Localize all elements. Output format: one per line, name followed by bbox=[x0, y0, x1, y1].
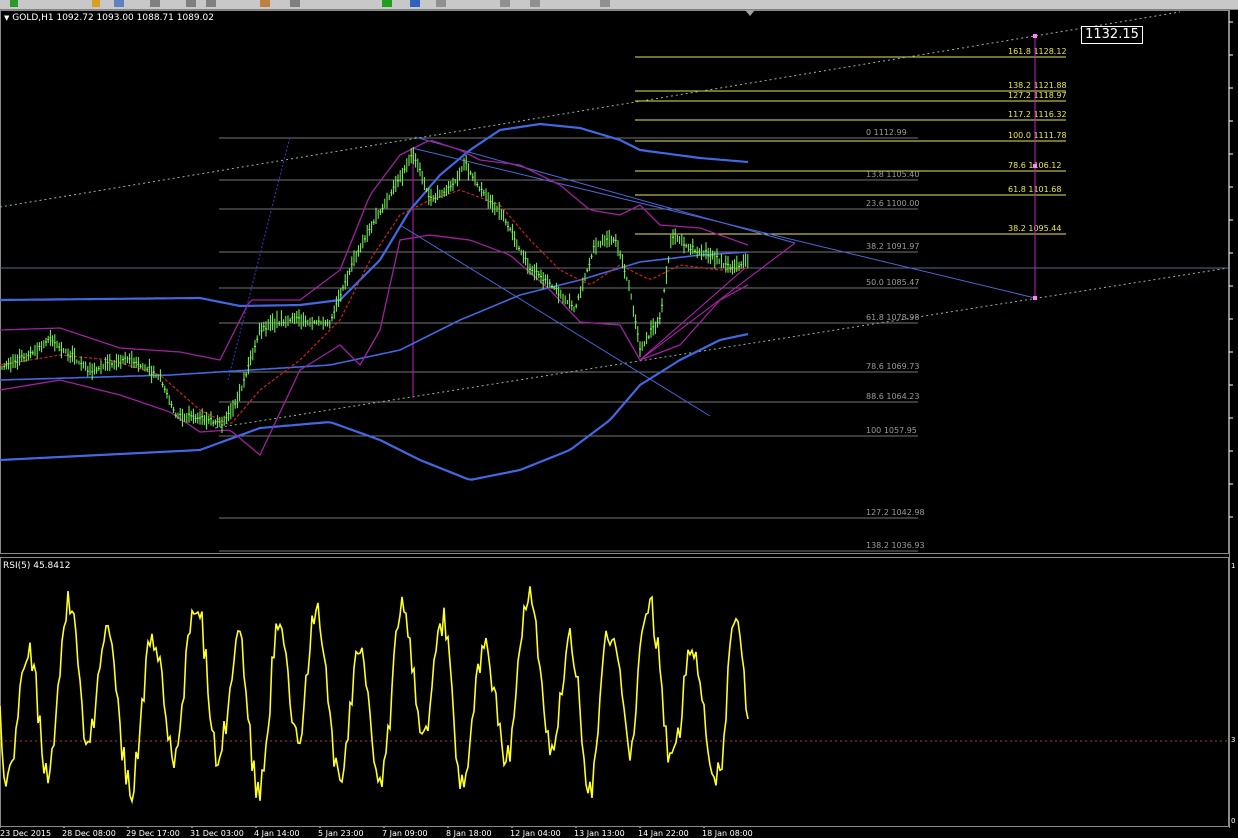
symbol-ohlc-label: GOLD,H1 1092.72 1093.00 1088.71 1089.02 bbox=[12, 13, 214, 23]
channel-upper-line bbox=[0, 11, 1181, 208]
time-label: 7 Jan 09:00 bbox=[382, 829, 428, 838]
fib-right-label: 117.2 1116.32 bbox=[1008, 110, 1067, 119]
fib-right-label: 161.8 1128.12 bbox=[1008, 47, 1067, 56]
rsi-scale-bottom: 0 bbox=[1231, 817, 1236, 825]
rsi-header: RSI(5) 45.8412 bbox=[3, 561, 71, 571]
trendline-top bbox=[414, 136, 796, 244]
trendline-lower bbox=[399, 224, 711, 417]
time-label: 13 Jan 13:00 bbox=[574, 829, 625, 838]
fib-left-label: 50.0 1085.47 bbox=[866, 278, 919, 287]
time-label: 5 Jan 23:00 bbox=[318, 829, 364, 838]
chart-header: ▼ GOLD,H1 1092.72 1093.00 1088.71 1089.0… bbox=[4, 13, 214, 23]
fib-left-label: 0 1112.99 bbox=[866, 128, 907, 137]
time-label: 29 Dec 17:00 bbox=[126, 829, 180, 838]
channel-lower-line bbox=[214, 267, 1229, 429]
time-label: 23 Dec 2015 bbox=[0, 829, 52, 838]
fib-left-label: 23.6 1100.00 bbox=[866, 199, 919, 208]
fib-left-label: 100 1057.95 bbox=[866, 426, 917, 435]
time-label: 28 Dec 08:00 bbox=[62, 829, 116, 838]
triangle-line bbox=[639, 267, 746, 361]
time-label: 4 Jan 14:00 bbox=[254, 829, 300, 838]
time-label: 8 Jan 18:00 bbox=[446, 829, 492, 838]
dropdown-arrow-icon[interactable]: ▼ bbox=[4, 14, 9, 22]
time-label: 14 Jan 22:00 bbox=[638, 829, 689, 838]
fib-right-label: 138.2 1121.88 bbox=[1008, 81, 1067, 90]
fib-left-label: 38.2 1091.97 bbox=[866, 242, 919, 251]
rsi-line bbox=[0, 586, 749, 805]
price-tag: 1132.15 bbox=[1081, 26, 1143, 44]
bollinger-upper bbox=[0, 122, 749, 308]
time-label: 18 Jan 08:00 bbox=[702, 829, 753, 838]
rsi-scale-top: 1 bbox=[1231, 562, 1236, 570]
fib-left-label: 127.2 1042.98 bbox=[866, 508, 925, 517]
measure-point bbox=[1033, 164, 1037, 168]
fib-right-label: 100.0 1111.78 bbox=[1008, 131, 1067, 140]
fib-left-label: 13.8 1105.40 bbox=[866, 170, 919, 179]
chart-canvas: 161.8 1128.12 138.2 1121.88127.2 1118.97 1… bbox=[0, 11, 1233, 830]
time-label: 12 Jan 04:00 bbox=[510, 829, 561, 838]
fib-left-label: 88.6 1064.23 bbox=[866, 392, 919, 401]
measure-point bbox=[1033, 296, 1037, 300]
rsi-scale-mid: 3 bbox=[1231, 736, 1236, 744]
fib-right-label: 127.2 1118.97 bbox=[1008, 91, 1067, 100]
trendline-dotted bbox=[227, 136, 291, 381]
time-label: 31 Dec 03:00 bbox=[190, 829, 244, 838]
measure-point bbox=[1033, 34, 1037, 38]
fib-left-label: 78.6 1069.73 bbox=[866, 362, 919, 371]
fib-left-label: 138.2 1036.93 bbox=[866, 541, 925, 550]
